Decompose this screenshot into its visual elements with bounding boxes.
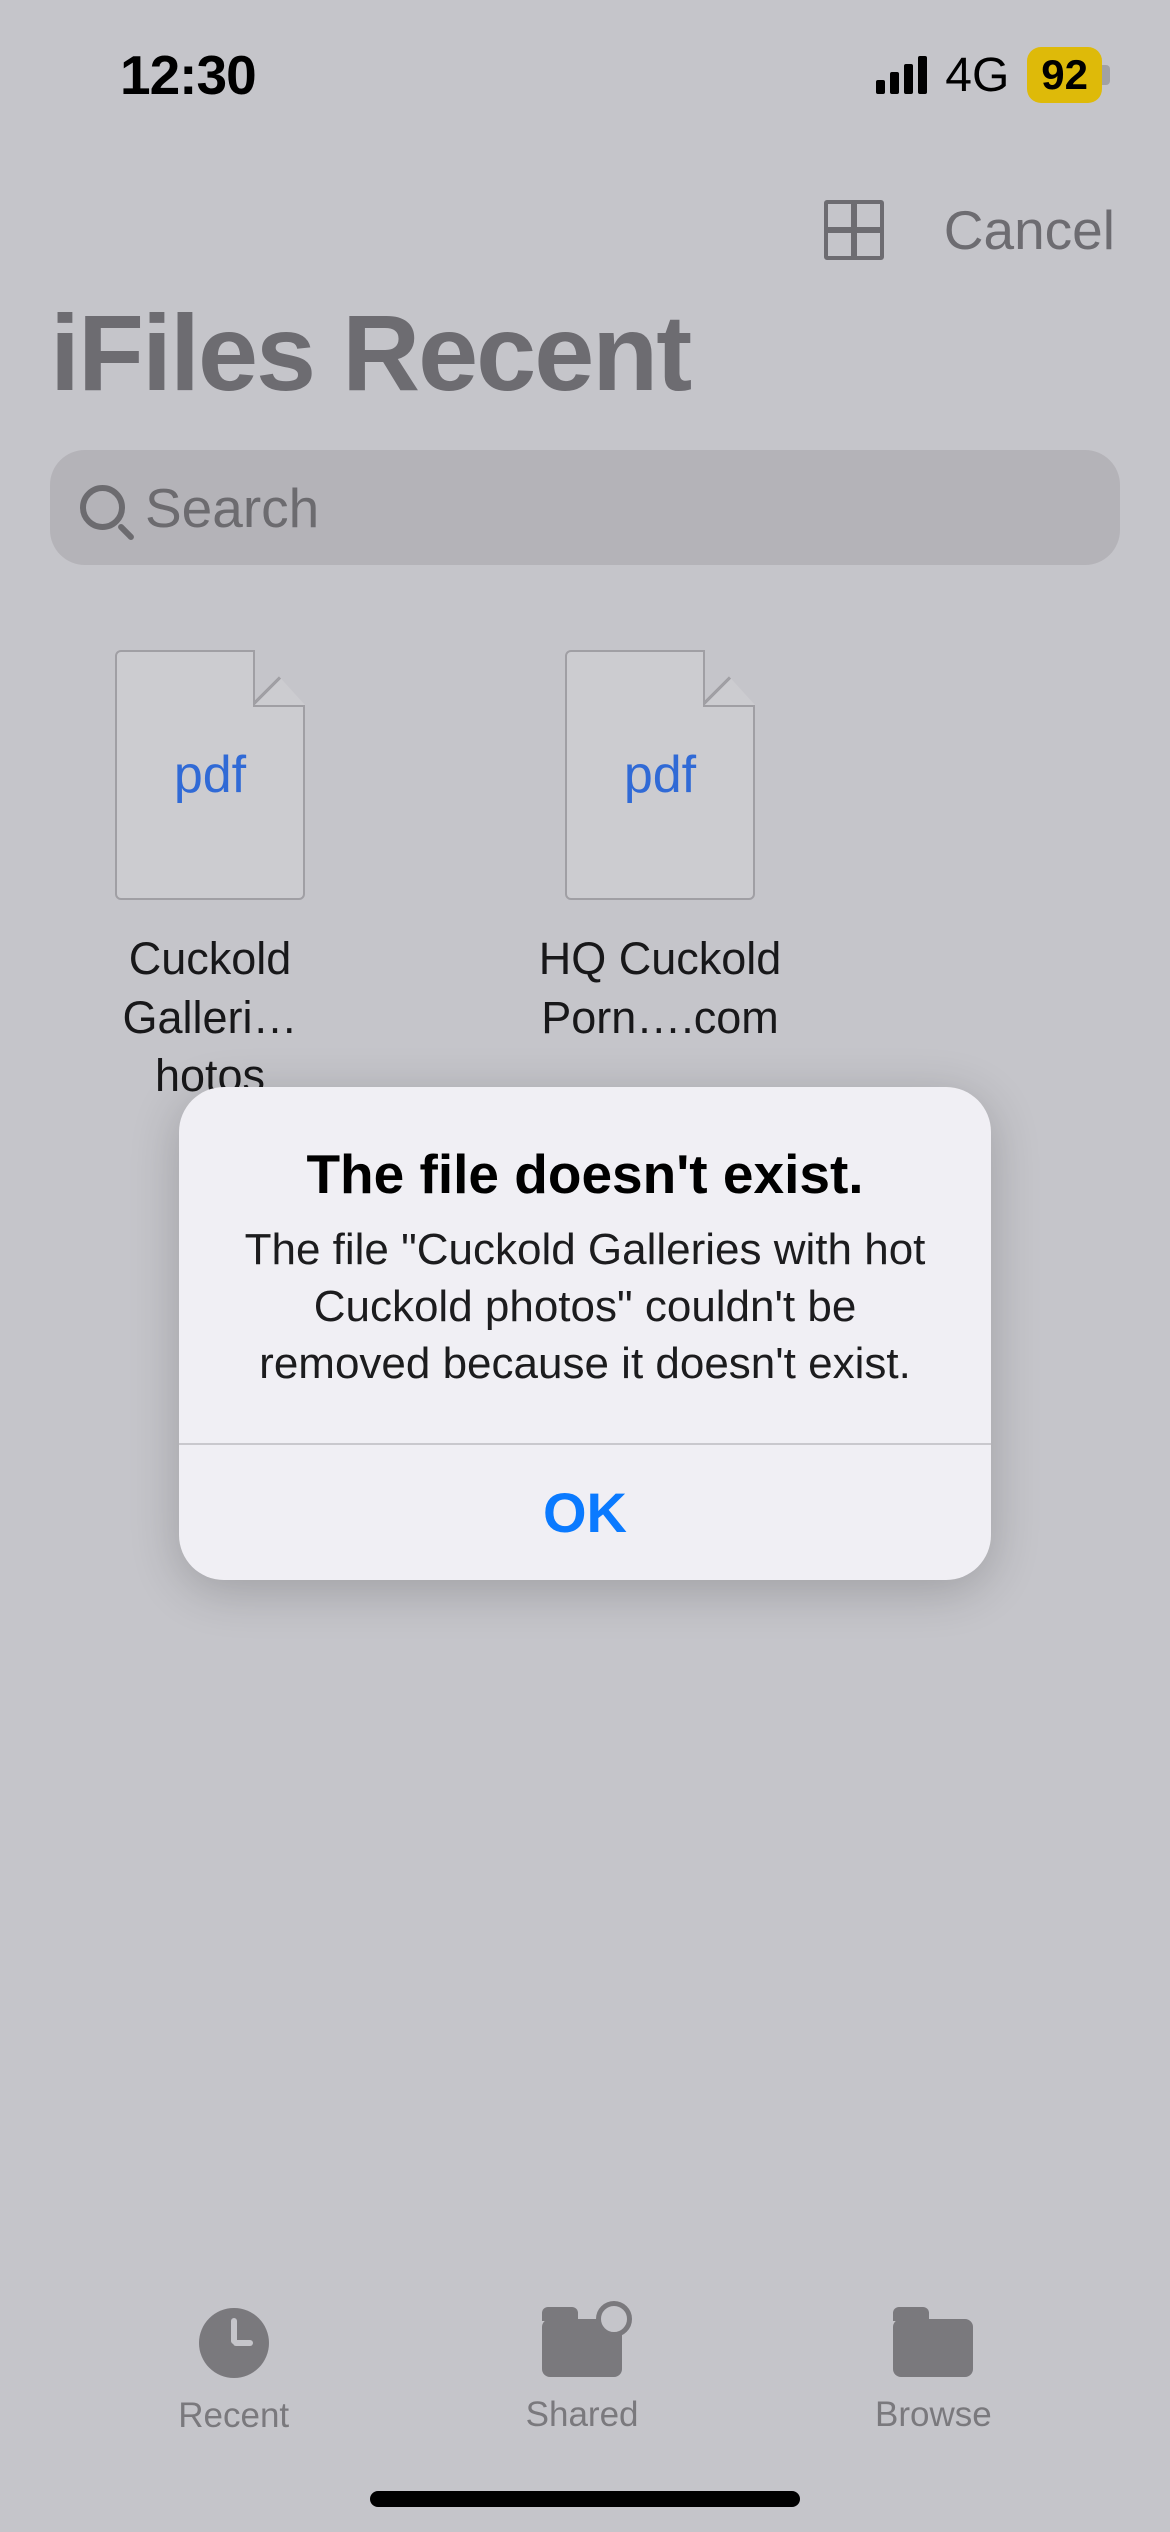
file-ext: pdf <box>174 745 246 805</box>
file-name: Cuckold Galleri…hotos <box>85 930 335 1106</box>
tab-bar: Recent Shared Browse <box>0 2282 1170 2462</box>
search-input[interactable]: Search <box>50 450 1120 565</box>
clock-icon <box>199 2308 269 2378</box>
battery-indicator: 92 <box>1027 47 1110 103</box>
tab-recent[interactable]: Recent <box>178 2308 289 2436</box>
grid-view-icon[interactable] <box>824 200 884 260</box>
battery-level: 92 <box>1027 47 1102 103</box>
folder-icon <box>893 2319 973 2377</box>
search-icon <box>80 485 125 530</box>
tab-shared[interactable]: Shared <box>526 2309 639 2435</box>
file-name: HQ Cuckold Porn….com <box>535 930 785 1047</box>
cellular-signal-icon <box>876 56 927 94</box>
file-item[interactable]: pdf Cuckold Galleri…hotos 0 <box>85 650 335 1157</box>
tab-label: Recent <box>178 2396 289 2436</box>
status-indicators: 4G 92 <box>876 47 1110 103</box>
alert-dialog: The file doesn't exist. The file "Cuckol… <box>179 1087 991 1580</box>
alert-message: The file "Cuckold Galleries with hot Cuc… <box>224 1221 946 1393</box>
page-title: iFiles Recent <box>50 290 690 415</box>
status-time: 12:30 <box>120 43 256 107</box>
file-ext: pdf <box>624 745 696 805</box>
tab-browse[interactable]: Browse <box>875 2309 992 2435</box>
home-indicator[interactable] <box>370 2491 800 2507</box>
tab-label: Shared <box>526 2395 639 2435</box>
nav-bar: Cancel <box>0 170 1170 290</box>
alert-title: The file doesn't exist. <box>224 1142 946 1206</box>
alert-ok-button[interactable]: OK <box>179 1445 991 1580</box>
search-placeholder: Search <box>145 476 319 540</box>
file-grid: pdf Cuckold Galleri…hotos 0 pdf HQ Cucko… <box>85 650 785 1157</box>
shared-folder-icon <box>542 2319 622 2377</box>
tab-label: Browse <box>875 2395 992 2435</box>
network-type: 4G <box>945 48 1009 103</box>
pdf-file-icon: pdf <box>565 650 755 900</box>
pdf-file-icon: pdf <box>115 650 305 900</box>
file-item[interactable]: pdf HQ Cuckold Porn….com <box>535 650 785 1157</box>
cancel-button[interactable]: Cancel <box>944 198 1115 262</box>
status-bar: 12:30 4G 92 <box>0 0 1170 150</box>
